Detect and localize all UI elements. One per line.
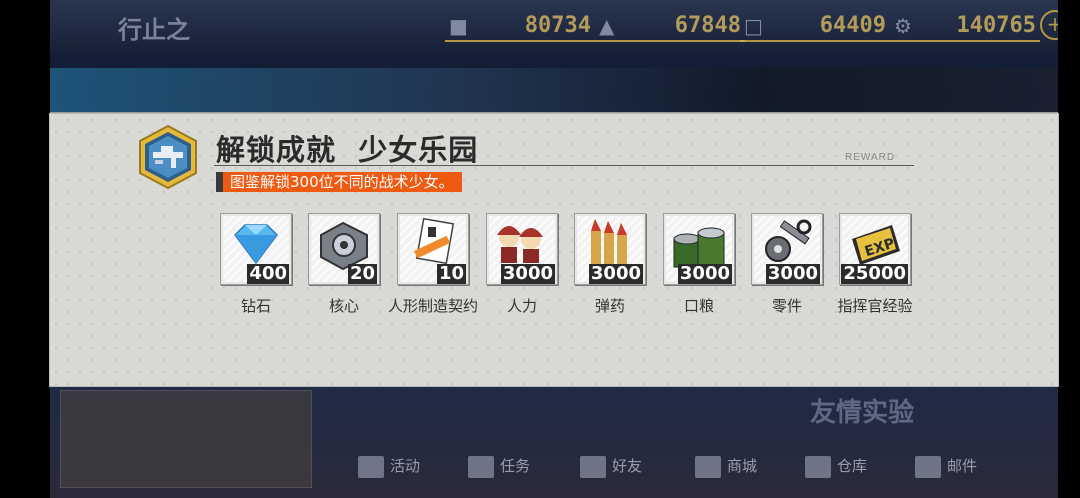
divider <box>890 40 1040 42</box>
background-banner-text: 友情实验 <box>810 398 915 428</box>
resource-value: 67848 <box>674 13 741 38</box>
item-frame: 20 <box>308 213 380 285</box>
reward-label: REWARD <box>845 152 896 163</box>
item-name: 指挥官经验 <box>837 297 913 315</box>
item-quantity: 3000 <box>500 263 555 284</box>
background-banner <box>50 68 1058 112</box>
item-frame: 10 <box>397 213 469 285</box>
nav-label: 活动 <box>390 457 421 475</box>
item-frame: 3000 <box>574 213 646 285</box>
item-quantity: 3000 <box>588 263 643 284</box>
nav-label: 邮件 <box>947 457 978 475</box>
nav-events[interactable]: 活动 <box>358 446 420 486</box>
item-frame: 3000 <box>486 213 558 285</box>
nav-label: 好友 <box>612 457 643 475</box>
resource-parts[interactable]: ⚙ 140765 <box>890 8 1040 42</box>
nav-mail[interactable]: 邮件 <box>915 446 977 486</box>
nav-shop[interactable]: 商城 <box>695 446 757 486</box>
mail-icon <box>915 455 941 478</box>
item-quantity: 25000 <box>841 263 908 284</box>
item-quantity: 20 <box>347 263 377 284</box>
resource-rations[interactable]: □ 64409 <box>740 8 890 42</box>
achievement-description: 图鉴解锁300位不同的战术少女。 <box>216 172 462 192</box>
ammo-icon: ▲ <box>599 14 615 38</box>
divider <box>445 40 595 42</box>
resource-value: 140765 <box>956 13 1036 38</box>
resource-manpower[interactable]: ■ 80734 <box>445 8 595 42</box>
item-quantity: 10 <box>436 263 466 284</box>
item-frame: EXP 25000 <box>839 213 911 285</box>
divider <box>214 165 914 166</box>
item-quantity: 3000 <box>677 263 732 284</box>
divider <box>595 40 745 42</box>
cart-icon <box>695 455 721 478</box>
left-letterbox <box>0 0 50 498</box>
resource-value: 80734 <box>524 13 591 38</box>
item-frame: 3000 <box>751 213 823 285</box>
nav-storage[interactable]: 仓库 <box>805 446 867 486</box>
events-icon <box>358 455 384 478</box>
missions-icon <box>468 455 494 478</box>
manpower-icon: ■ <box>449 14 468 38</box>
item-quantity: 400 <box>247 263 289 284</box>
description-text: 图鉴解锁300位不同的战术少女。 <box>230 173 454 191</box>
item-quantity: 3000 <box>765 263 820 284</box>
bottom-nav: 活动 任务 好友 商城 仓库 邮件 <box>350 446 1058 486</box>
divider <box>740 40 890 42</box>
background-card <box>60 390 312 488</box>
nav-label: 任务 <box>500 457 531 475</box>
nav-label: 商城 <box>727 457 758 475</box>
gear-icon: ⚙ <box>894 14 912 38</box>
right-letterbox <box>1058 0 1080 498</box>
resource-ammo[interactable]: ▲ 67848 <box>595 8 745 42</box>
rations-icon: □ <box>744 14 763 38</box>
achievement-title: 解锁成就 少女乐园 <box>216 133 479 167</box>
item-frame: 400 <box>220 213 292 285</box>
nav-friends[interactable]: 好友 <box>580 446 642 486</box>
friends-icon <box>580 455 606 478</box>
nav-label: 仓库 <box>837 457 868 475</box>
commander-name: 行止之 <box>118 16 190 44</box>
item-frame: 3000 <box>663 213 735 285</box>
storage-icon <box>805 455 831 478</box>
nav-missions[interactable]: 任务 <box>468 446 530 486</box>
achievement-badge-icon <box>135 124 201 190</box>
resource-value: 64409 <box>819 13 886 38</box>
